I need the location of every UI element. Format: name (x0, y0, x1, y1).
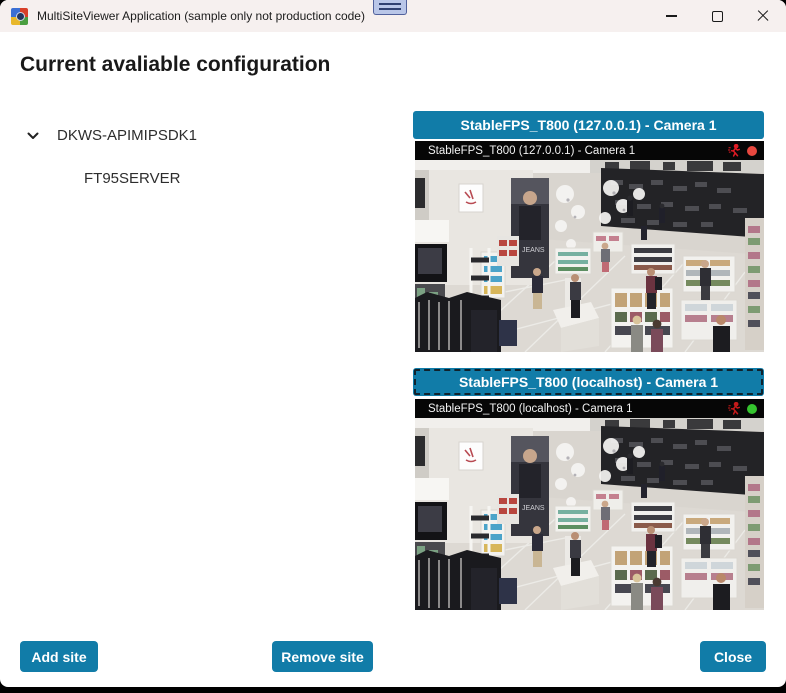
camera-2-overlay-bar: StableFPS_T800 (localhost) - Camera 1 (415, 399, 764, 418)
app-window: MultiSiteViewer Application (sample only… (0, 0, 786, 687)
camera-2-image (415, 418, 764, 610)
close-icon (757, 10, 769, 22)
recording-status-icon (747, 403, 757, 414)
camera-2-overlay-label: StableFPS_T800 (localhost) - Camera 1 (428, 402, 633, 415)
close-button[interactable]: Close (700, 641, 766, 672)
motion-detected-icon (728, 402, 741, 415)
camera-2-header-label: StableFPS_T800 (localhost) - Camera 1 (458, 374, 719, 390)
camera-1-header-button[interactable]: StableFPS_T800 (127.0.0.1) - Camera 1 (413, 111, 764, 139)
snap-layout-handle-icon (373, 0, 407, 15)
camera-1-view[interactable]: StableFPS_T800 (127.0.0.1) - Camera 1 (415, 141, 764, 352)
tree-child-label: FT95SERVER (84, 170, 181, 187)
maximize-button[interactable] (694, 0, 740, 32)
camera-1-image (415, 160, 764, 352)
camera-1-overlay-label: StableFPS_T800 (127.0.0.1) - Camera 1 (428, 144, 636, 157)
camera-1-overlay-bar: StableFPS_T800 (127.0.0.1) - Camera 1 (415, 141, 764, 160)
tree-item-root-site[interactable]: DKWS-APIMIPSDK1 (26, 127, 197, 144)
camera-1-header-label: StableFPS_T800 (127.0.0.1) - Camera 1 (460, 117, 717, 133)
maximize-icon (711, 10, 723, 22)
page-title: Current avaliable configuration (20, 53, 331, 76)
chevron-down-icon[interactable] (26, 129, 40, 143)
minimize-icon (665, 15, 677, 17)
tree-item-child-server[interactable]: FT95SERVER (84, 170, 180, 187)
desktop: MultiSiteViewer Application (sample only… (0, 0, 786, 693)
motion-detected-icon (728, 144, 741, 157)
camera-2-view[interactable]: StableFPS_T800 (localhost) - Camera 1 (415, 399, 764, 610)
close-window-button[interactable] (740, 0, 786, 32)
add-site-button[interactable]: Add site (20, 641, 98, 672)
window-controls (648, 0, 786, 32)
camera-2-header-button[interactable]: StableFPS_T800 (localhost) - Camera 1 (413, 368, 764, 396)
app-icon (11, 7, 28, 25)
tree-root-label: DKWS-APIMIPSDK1 (57, 127, 198, 144)
minimize-button[interactable] (648, 0, 694, 32)
titlebar[interactable]: MultiSiteViewer Application (sample only… (0, 0, 786, 32)
recording-status-icon (747, 145, 757, 156)
remove-site-button[interactable]: Remove site (272, 641, 373, 672)
window-title: MultiSiteViewer Application (sample only… (37, 9, 365, 23)
